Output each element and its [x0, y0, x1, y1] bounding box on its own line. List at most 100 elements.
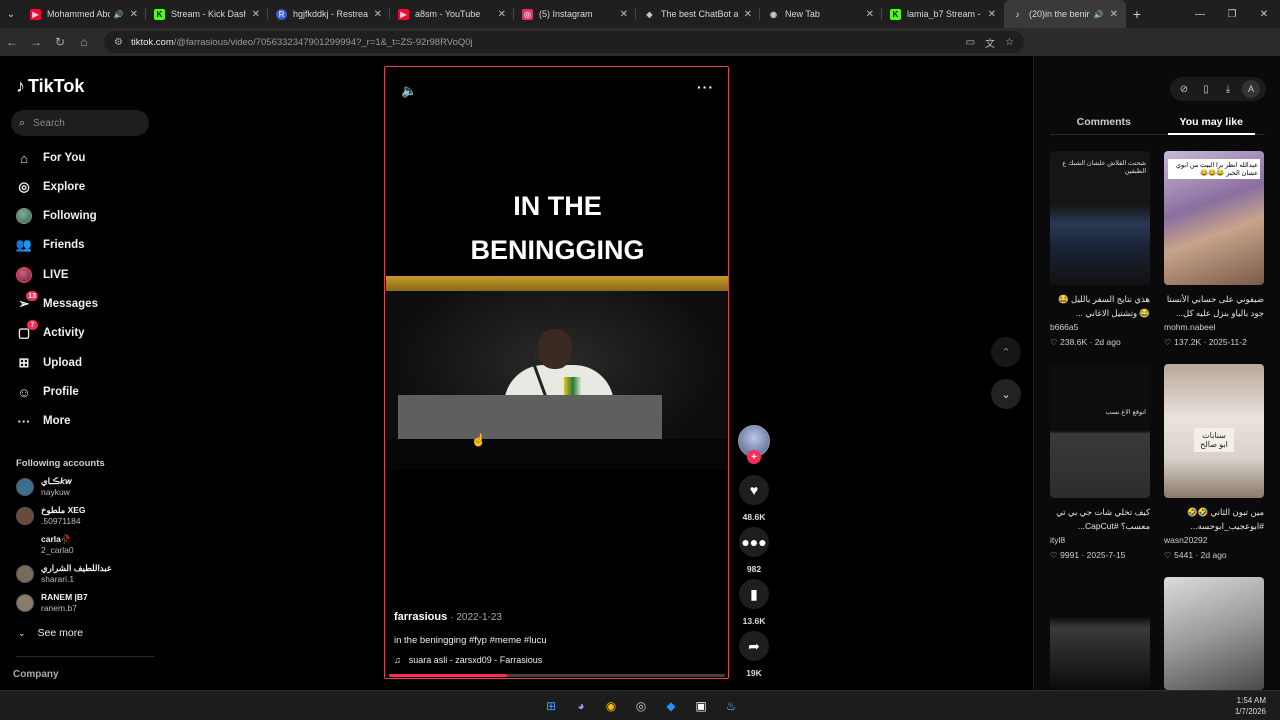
- close-tab-icon[interactable]: ✕: [866, 9, 874, 20]
- tiktok-note-icon: ♪: [16, 76, 25, 96]
- recommended-video-card[interactable]: [1050, 577, 1150, 690]
- nav-messages[interactable]: ➢ 13 Messages: [16, 291, 98, 315]
- next-video-button[interactable]: ⌄: [991, 379, 1021, 409]
- browser-tab[interactable]: ◉ New Tab ✕: [760, 0, 882, 28]
- recommended-video-card[interactable]: شحنت القلاش علشان الشبك ع الطبقين هذي نت…: [1050, 151, 1150, 347]
- nav-activity[interactable]: ▢ 7 Activity: [16, 320, 85, 344]
- card-title: هذي نتايج السفر بالليل 😂😂 وتشتيل الاغاني…: [1058, 294, 1150, 318]
- recommended-video-card[interactable]: [1164, 577, 1264, 690]
- chrome-icon[interactable]: ◉: [600, 695, 622, 717]
- avatar: [16, 594, 34, 612]
- video-player[interactable]: 🔈 ··· IN THE BENINGGING ☝ farrasious · 2…: [384, 66, 729, 679]
- bookmark-star-icon[interactable]: ☆: [1005, 37, 1014, 48]
- previous-video-button[interactable]: ⌃: [991, 337, 1021, 367]
- nav-upload[interactable]: ⊞ Upload: [16, 352, 82, 374]
- speaker-icon[interactable]: 🔊: [114, 10, 124, 19]
- post-date: 2022-1-23: [456, 612, 502, 623]
- nav-live[interactable]: LIVE: [16, 264, 69, 286]
- close-tab-icon[interactable]: ✕: [1110, 9, 1118, 20]
- save-button[interactable]: ▮ 13.6K: [737, 579, 771, 626]
- author-name[interactable]: farrasious: [394, 611, 447, 623]
- tab-search-button[interactable]: ⌄: [0, 0, 22, 28]
- new-tab-button[interactable]: +: [1126, 6, 1148, 22]
- recommended-video-card[interactable]: انوقع الاغ نسب كيف تخلي شات جي بي تي معس…: [1050, 364, 1150, 560]
- app-icon[interactable]: ◆: [660, 695, 682, 717]
- site-info-icon[interactable]: ⚙: [114, 37, 123, 48]
- nav-more[interactable]: ··· More: [16, 410, 71, 432]
- close-tab-icon[interactable]: ✕: [130, 9, 138, 20]
- recommended-video-card[interactable]: سنابات ابو صالح مين تبون الثاني 🤣🤣 #ابوع…: [1164, 364, 1264, 560]
- browser-tab[interactable]: K lamia_b7 Stream - W ✕: [882, 0, 1004, 28]
- capcut-icon[interactable]: ▣: [690, 695, 712, 717]
- browser-tab[interactable]: ▶ Mohammed Abd 🔊 ✕: [22, 0, 146, 28]
- browser-tab[interactable]: ◎ (5) Instagram ✕: [514, 0, 636, 28]
- video-thumbnail: شحنت القلاش علشان الشبك ع الطبقين: [1050, 151, 1150, 285]
- company-link[interactable]: Company: [13, 669, 59, 680]
- speaker-icon[interactable]: 🔊: [1094, 10, 1104, 19]
- browser-tab-active[interactable]: ♪ (20)in the bening 🔊 ✕: [1004, 0, 1126, 28]
- browser-tab[interactable]: ▶ a8sm - YouTube ✕: [390, 0, 514, 28]
- comment-button[interactable]: ●●● 982: [737, 527, 771, 574]
- recommended-video-card[interactable]: عبدالله انظر برا البيت من ابوي عشان الخب…: [1164, 151, 1264, 347]
- nav-friends[interactable]: 👥 Friends: [16, 234, 85, 256]
- account-handle: 2_carla0: [41, 545, 74, 555]
- following-account[interactable]: RANEM |B7 ranem.b7: [16, 590, 88, 616]
- friends-icon: 👥: [15, 237, 33, 252]
- nav-profile[interactable]: ☺ Profile: [16, 381, 78, 403]
- comment-count: 982: [746, 564, 762, 574]
- steam-icon[interactable]: ♨: [720, 695, 742, 717]
- follow-plus-icon[interactable]: +: [747, 450, 761, 464]
- sound-name: suara asli - zarsxd09 - Farrasious: [408, 655, 543, 665]
- card-user: wasn20292: [1164, 535, 1208, 545]
- thumbnail-text: شحنت القلاش علشان الشبك ع الطبقين: [1062, 160, 1146, 175]
- close-tab-icon[interactable]: ✕: [744, 9, 752, 20]
- compass-icon[interactable]: ⊘: [1176, 84, 1192, 95]
- browser-tab[interactable]: R hgjfkddkj - Restream ✕: [268, 0, 390, 28]
- following-account[interactable]: عبداللطيف الشراري sharari.1: [16, 561, 112, 587]
- sound-link[interactable]: ♫ suara asli - zarsxd09 - Farrasious: [394, 655, 542, 665]
- system-clock[interactable]: 1:54 AM 1/7/2026: [1235, 695, 1266, 717]
- restore-icon[interactable]: ❐: [1216, 0, 1248, 28]
- reload-icon[interactable]: ↻: [48, 28, 72, 56]
- close-tab-icon[interactable]: ✕: [988, 9, 996, 20]
- close-tab-icon[interactable]: ✕: [620, 9, 628, 20]
- profile-avatar-icon[interactable]: A: [1242, 80, 1260, 98]
- search-input[interactable]: ⌕ Search: [11, 110, 149, 136]
- discord-icon[interactable]: ◕: [570, 695, 592, 717]
- nav-for-you[interactable]: ⌂ For You: [16, 147, 85, 169]
- cast-icon[interactable]: ▭: [966, 37, 975, 48]
- video-thumbnail: سنابات ابو صالح: [1164, 364, 1264, 498]
- browser-tab[interactable]: ◈ The best ChatBot an ✕: [636, 0, 760, 28]
- close-tab-icon[interactable]: ✕: [498, 9, 506, 20]
- see-more-button[interactable]: ⌄ See more: [18, 627, 83, 639]
- more-options-icon[interactable]: ···: [697, 79, 714, 95]
- like-button[interactable]: ♥ 48.6K: [737, 475, 771, 522]
- close-window-icon[interactable]: ✕: [1248, 0, 1280, 28]
- windows-start-icon[interactable]: ⊞: [540, 695, 562, 717]
- close-tab-icon[interactable]: ✕: [252, 9, 260, 20]
- tab-comments[interactable]: Comments: [1050, 111, 1158, 134]
- share-button[interactable]: ➦ 19K: [737, 631, 771, 678]
- browser-tab[interactable]: K Stream - Kick Dashbo ✕: [146, 0, 268, 28]
- video-progress-bar[interactable]: [389, 674, 725, 677]
- tab-you-may-like[interactable]: You may like: [1158, 111, 1266, 135]
- compass-icon: ◎: [18, 179, 30, 194]
- obs-icon[interactable]: ◎: [630, 695, 652, 717]
- close-tab-icon[interactable]: ✕: [374, 9, 382, 20]
- card-age: 2025-11-2: [1208, 337, 1247, 347]
- phone-icon[interactable]: ▯: [1198, 84, 1214, 95]
- forward-icon[interactable]: →: [24, 28, 48, 56]
- following-account[interactable]: ڪـاي𝘬𝘸 naykuw: [16, 474, 72, 500]
- volume-icon[interactable]: 🔈: [401, 83, 417, 99]
- following-account[interactable]: carla🥀 2_carla0: [16, 532, 74, 558]
- translate-icon[interactable]: 文: [985, 35, 995, 50]
- minimize-icon[interactable]: —: [1184, 0, 1216, 28]
- nav-following[interactable]: Following: [16, 205, 97, 227]
- following-account[interactable]: ملطوخ XEG .50971184: [16, 503, 86, 529]
- download-icon[interactable]: ⤓: [1220, 84, 1236, 95]
- nav-explore[interactable]: ◎ Explore: [16, 176, 85, 198]
- home-icon[interactable]: ⌂: [72, 28, 96, 56]
- url-input[interactable]: ⚙ tiktok.com/@farrasious/video/705633234…: [104, 31, 1024, 53]
- tiktok-logo[interactable]: ♪ TikTok: [16, 76, 84, 97]
- back-icon[interactable]: ←: [0, 28, 24, 56]
